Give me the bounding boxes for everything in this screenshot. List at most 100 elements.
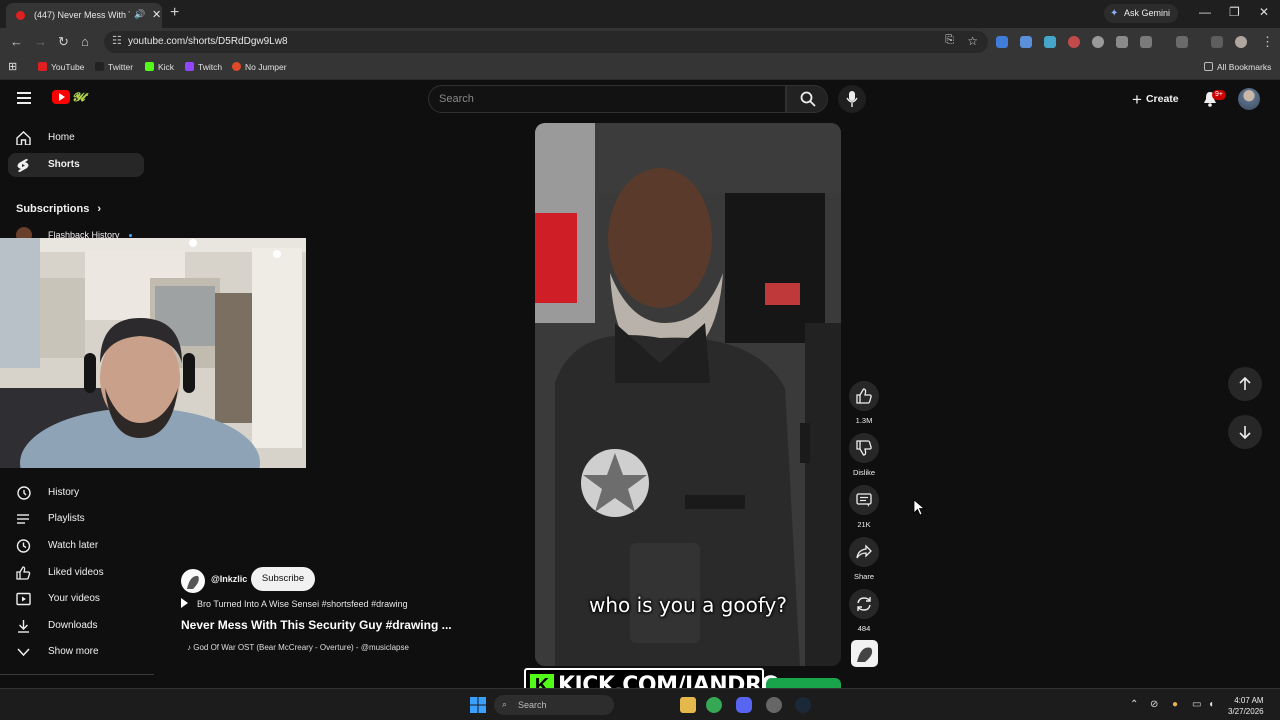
share-button[interactable]	[849, 537, 879, 567]
apps-grid-icon[interactable]: ⊞	[8, 60, 17, 73]
search-box[interactable]	[428, 85, 786, 113]
reading-list-icon[interactable]	[1211, 36, 1223, 48]
folder-icon	[1204, 62, 1213, 71]
sidebar-item-playlists[interactable]: Playlists	[8, 507, 144, 531]
arrow-up-icon	[1239, 377, 1251, 390]
bookmark-nojumper[interactable]: No Jumper	[232, 62, 287, 72]
new-tab-button[interactable]: +	[170, 4, 179, 22]
next-short-button[interactable]	[1228, 415, 1262, 449]
home-icon[interactable]: ⌂	[81, 34, 89, 49]
speaker-icon[interactable]: 🔊	[134, 9, 145, 20]
tray-icon[interactable]: ⊘	[1150, 699, 1158, 710]
sidebar-item-downloads[interactable]: Downloads	[8, 614, 144, 638]
dislike-action[interactable]: Dislike	[849, 433, 879, 477]
like-action[interactable]: 1.3M	[849, 381, 879, 425]
back-icon[interactable]: ←	[10, 34, 23, 49]
share-action[interactable]: Share	[849, 537, 879, 581]
steam-icon[interactable]	[795, 697, 811, 713]
channel-avatar-image	[187, 575, 199, 589]
sidebar-show-more[interactable]: Show more	[8, 640, 144, 664]
hamburger-menu-icon[interactable]	[17, 92, 31, 107]
search-button[interactable]	[786, 85, 828, 113]
short-description[interactable]: Bro Turned Into A Wise Sensei #shortsfee…	[181, 598, 408, 609]
previous-short-button[interactable]	[1228, 367, 1262, 401]
account-avatar[interactable]	[1238, 88, 1260, 110]
channel-name[interactable]: @Inkzlic	[211, 574, 247, 584]
music-track[interactable]: ♪ God Of War OST (Bear McCreary - Overtu…	[187, 643, 409, 652]
sidebar-item-history[interactable]: History	[8, 481, 144, 505]
bookmark-twitter[interactable]: Twitter	[95, 62, 133, 72]
extensions-puzzle-icon[interactable]	[1140, 36, 1152, 48]
like-button[interactable]	[849, 381, 879, 411]
extension-icon[interactable]	[1092, 36, 1104, 48]
sidepanel-icon[interactable]	[1176, 36, 1188, 48]
forward-icon[interactable]: →	[34, 34, 47, 49]
bookmarks-bar: ⊞ YouTube Twitter Kick Twitch No Jumper …	[0, 56, 1280, 80]
obs-icon[interactable]	[766, 697, 782, 713]
close-window-icon[interactable]: ✕	[1259, 5, 1269, 19]
extension-icon[interactable]	[1116, 36, 1128, 48]
remix-action[interactable]: 484	[849, 589, 879, 633]
extension-w-icon[interactable]	[996, 36, 1008, 48]
extension-icon[interactable]	[1044, 36, 1056, 48]
sound-thumbnail[interactable]	[851, 640, 878, 667]
discord-icon[interactable]	[736, 697, 752, 713]
file-explorer-icon[interactable]	[680, 697, 696, 713]
comments-button[interactable]	[849, 485, 879, 515]
voice-search-button[interactable]	[838, 85, 866, 113]
bookmark-youtube[interactable]: YouTube	[38, 62, 84, 72]
maximize-icon[interactable]: ❐	[1229, 5, 1240, 19]
comments-action[interactable]: 21K	[849, 485, 879, 529]
site-info-icon[interactable]: ☷	[112, 34, 122, 47]
remix-button[interactable]	[849, 589, 879, 619]
thumbs-up-icon	[16, 566, 31, 580]
twitch-icon	[185, 62, 194, 71]
youtube-icon	[38, 62, 47, 71]
share-label: Share	[853, 572, 874, 581]
create-button[interactable]: + Create	[1132, 90, 1179, 110]
search-icon	[800, 91, 816, 107]
extension-icon[interactable]	[1068, 36, 1080, 48]
sidebar-item-shorts[interactable]: Shorts	[8, 153, 144, 177]
address-toolbar: ← → ↻ ⌂ ☷ youtube.com/shorts/D5RdDgw9Lw8…	[0, 28, 1280, 56]
youtube-doodle-logo[interactable]: 𝓨𝓽	[72, 90, 85, 105]
all-bookmarks[interactable]: All Bookmarks	[1204, 62, 1271, 72]
minimize-icon[interactable]: —	[1199, 5, 1211, 19]
notification-badge: 9+	[1212, 90, 1226, 100]
sidebar-item-home[interactable]: Home	[8, 126, 144, 150]
profile-icon[interactable]	[1235, 36, 1247, 48]
taskbar-clock[interactable]: 4:07 AM 3/27/2026	[1228, 695, 1264, 717]
chrome-icon[interactable]	[706, 697, 722, 713]
extension-icon[interactable]	[1020, 36, 1032, 48]
bookmark-star-icon[interactable]: ☆	[967, 34, 978, 48]
plus-icon: +	[1132, 90, 1142, 109]
browser-tab-active[interactable]: (447) Never Mess With This 🔊 ✕	[6, 3, 162, 28]
install-app-icon[interactable]: ⎘	[945, 34, 954, 47]
sidebar-item-watch-later[interactable]: Watch later	[8, 534, 144, 558]
omnibox[interactable]: ☷ youtube.com/shorts/D5RdDgw9Lw8 ⎘ ☆	[104, 31, 988, 53]
windows-start-icon[interactable]	[470, 697, 486, 713]
shorts-icon	[17, 159, 29, 172]
browser-menu-icon[interactable]: ⋮	[1261, 34, 1274, 50]
bookmark-twitch[interactable]: Twitch	[185, 62, 222, 72]
taskbar-search[interactable]: ⌕ Search	[494, 695, 614, 715]
tray-chevron-icon[interactable]: ⌃	[1130, 699, 1138, 710]
search-input[interactable]	[439, 91, 769, 107]
bookmark-kick[interactable]: Kick	[145, 62, 174, 72]
sidebar-item-your-videos[interactable]: Your videos	[8, 587, 144, 611]
channel-avatar[interactable]	[181, 569, 205, 593]
dislike-button[interactable]	[849, 433, 879, 463]
microphone-tray-icon[interactable]: ●	[1172, 699, 1178, 710]
subscriptions-header[interactable]: Subscriptions ›	[16, 203, 101, 215]
subscribe-button[interactable]: Subscribe	[251, 567, 315, 591]
close-tab-icon[interactable]: ✕	[152, 8, 161, 21]
network-icon[interactable]: ▭	[1192, 699, 1201, 710]
short-title[interactable]: Never Mess With This Security Guy #drawi…	[181, 618, 452, 632]
volume-icon[interactable]: ◖	[1208, 699, 1214, 710]
youtube-logo-icon[interactable]	[52, 90, 70, 104]
shorts-video-player[interactable]: who is you a goofy?	[535, 123, 841, 666]
reload-icon[interactable]: ↻	[58, 34, 69, 50]
sidebar-item-liked-videos[interactable]: Liked videos	[8, 561, 144, 585]
ask-gemini-button[interactable]: ✦ Ask Gemini	[1104, 4, 1179, 23]
url-text[interactable]: youtube.com/shorts/D5RdDgw9Lw8	[128, 36, 288, 47]
